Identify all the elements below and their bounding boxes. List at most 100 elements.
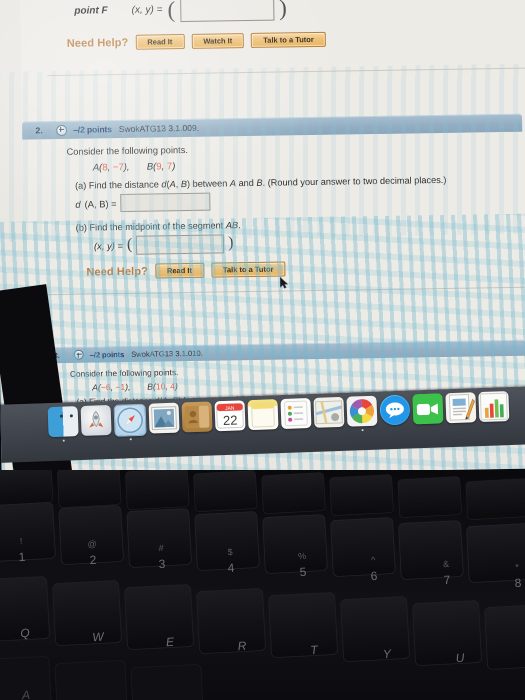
read-it-button-2[interactable]: Read It (154, 262, 205, 279)
part-a-between: ) between (186, 178, 230, 189)
question-2-part-a-answer: d (A, B) = (75, 188, 525, 213)
key-5-symbol: % (297, 550, 307, 562)
part-b-period: . (238, 220, 241, 231)
key-3[interactable]: # 3 (152, 543, 173, 571)
question-3-code: SwokATG13 3.1.010. (131, 348, 203, 359)
midpoint-close-paren: ) (228, 234, 234, 252)
webassign-page: point F (x, y) = ( ) Need Help? Read It … (19, 0, 525, 432)
svg-text:22: 22 (223, 413, 238, 428)
pages-document-icon (448, 393, 475, 421)
divider-2 (28, 286, 525, 296)
running-dot (361, 429, 364, 432)
open-paren: ( (167, 0, 176, 23)
q3-point-a-y: −1 (115, 381, 126, 393)
dock-item-contacts[interactable] (181, 401, 213, 433)
dock-item-facetime[interactable] (412, 393, 444, 425)
rocket-icon (89, 410, 104, 428)
key-7-label: 7 (443, 572, 451, 588)
need-help-label-2: Need Help? (86, 265, 149, 279)
watch-it-label: Watch It (203, 36, 233, 46)
key-y[interactable]: Y (377, 646, 398, 662)
mouse-cursor-icon (279, 276, 289, 289)
key-5-label: 5 (299, 564, 307, 580)
part-a-suffix: . (Round your answer to two decimal plac… (262, 174, 447, 188)
expand-icon[interactable] (56, 124, 68, 136)
dock-item-safari[interactable] (113, 403, 147, 441)
key-6-symbol: ^ (370, 554, 376, 566)
dock-item-numbers[interactable] (478, 391, 510, 423)
question-2-card: 2. –/2 points SwokATG13 3.1.009. Conside… (22, 113, 525, 296)
part-b-prefix: (b) Find the midpoint of the segment (75, 220, 226, 233)
key-7[interactable]: & 7 (437, 559, 458, 588)
point-f-input[interactable] (179, 0, 275, 23)
dock-item-calendar[interactable]: JAN 22 (214, 400, 246, 432)
dock-item-messages[interactable] (379, 394, 411, 426)
key-8[interactable]: * 8 (508, 562, 525, 591)
key-4-symbol: $ (227, 546, 233, 558)
watch-it-button[interactable]: Watch It (191, 33, 245, 49)
running-dot (129, 438, 132, 441)
question-2-code: SwokATG13 3.1.009. (118, 122, 200, 135)
bar-chart-icon (479, 392, 508, 421)
read-it-label: Read It (147, 37, 173, 47)
key-a[interactable]: A (16, 687, 37, 700)
dock-item-launchpad[interactable] (80, 404, 112, 436)
talk-to-tutor-button[interactable]: Talk to a Tutor (251, 31, 326, 48)
answer-d-label: d (75, 198, 81, 210)
dock-item-pages[interactable] (445, 392, 477, 424)
key-7-symbol: & (442, 558, 450, 570)
key-6[interactable]: ^ 6 (364, 555, 385, 584)
read-it-button[interactable]: Read It (135, 34, 185, 50)
key-2[interactable]: @ 2 (83, 539, 104, 568)
key-8-label: 8 (514, 575, 522, 591)
distance-input[interactable] (120, 192, 211, 213)
key-1[interactable]: ! 1 (12, 536, 33, 565)
key-8-symbol: * (515, 561, 520, 573)
midpoint-open-paren: ( (126, 236, 133, 254)
talk-to-tutor-button-2[interactable]: Talk to a Tutor (210, 261, 286, 278)
reminders-icon (284, 400, 308, 427)
key-2-label: 2 (89, 552, 97, 568)
key-t[interactable]: T (304, 642, 325, 657)
key-u[interactable]: U (450, 650, 471, 666)
key-w[interactable]: W (88, 629, 109, 645)
question-2-prompt: Consider the following points. (66, 144, 189, 157)
key-q[interactable]: Q (15, 625, 36, 641)
svg-text:JAN: JAN (225, 406, 235, 412)
dock-item-finder[interactable] (47, 406, 79, 442)
key-1-symbol: ! (19, 535, 23, 547)
part-a-prefix: (a) Find the distance (74, 179, 162, 191)
point-f-label: point F (74, 5, 108, 17)
notes-icon (251, 401, 275, 428)
top-need-help: Need Help? Read It Watch It Talk to a Tu… (67, 28, 525, 51)
question-2-number: 2. (35, 125, 43, 136)
key-e[interactable]: E (160, 634, 181, 650)
point-a-y: −7 (112, 161, 124, 174)
key-5[interactable]: % 5 (293, 551, 314, 580)
key-2-symbol: @ (87, 538, 97, 550)
midpoint-input[interactable] (136, 234, 225, 255)
key-r[interactable]: R (232, 638, 253, 654)
video-camera-icon (412, 393, 444, 425)
key-1-label: 1 (18, 549, 26, 565)
compass-icon (117, 407, 143, 434)
dock-item-maps[interactable] (313, 396, 345, 428)
expand-icon-3[interactable] (73, 349, 84, 360)
dock-item-photos[interactable] (148, 402, 180, 434)
photo-scene: point F (x, y) = ( ) Need Help? Read It … (0, 0, 525, 700)
dock-item-iphoto[interactable] (346, 395, 378, 432)
key-3-symbol: # (158, 542, 164, 554)
question-3-points: –/2 points (89, 349, 125, 360)
question-2-body: Consider the following points. A(8, −7),… (22, 131, 525, 288)
dock-item-reminders[interactable] (280, 397, 312, 430)
question-2-points: –/2 points (73, 124, 112, 135)
key-4[interactable]: $ 4 (221, 547, 242, 575)
key-6-label: 6 (370, 568, 378, 584)
answer-ab-label: (A, B) = (84, 197, 117, 210)
color-wheel-icon (349, 399, 374, 424)
xy-label: (x, y) = (131, 4, 163, 16)
running-dot (62, 439, 65, 442)
dock-item-notes[interactable] (247, 399, 279, 431)
read-it-label-2: Read It (166, 265, 192, 276)
laptop-keyboard[interactable]: ! 1 @ 2 # 3 $ 4 % 5 ^ 6 & 7 * 8 Q W E R … (0, 470, 525, 700)
